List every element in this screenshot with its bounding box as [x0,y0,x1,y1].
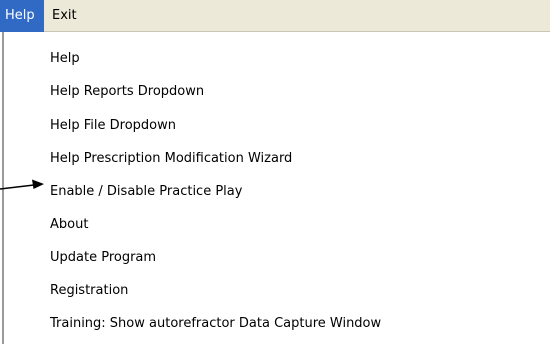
menu-exit[interactable]: Exit [46,0,83,32]
menu-item-help-reports-dropdown[interactable]: Help Reports Dropdown [50,79,204,104]
menu-item-help[interactable]: Help [50,46,80,71]
menu-item-update-program[interactable]: Update Program [50,245,156,270]
menu-item-registration[interactable]: Registration [50,278,128,303]
help-dropdown-menu: Help Help Reports Dropdown Help File Dro… [2,32,550,344]
menu-item-help-prescription-wizard[interactable]: Help Prescription Modification Wizard [50,146,292,171]
menu-help[interactable]: Help [0,0,44,32]
menu-item-enable-disable-practice-play[interactable]: Enable / Disable Practice Play [50,179,242,204]
menu-item-about[interactable]: About [50,212,88,237]
arrow-icon [0,179,44,190]
menu-item-help-file-dropdown[interactable]: Help File Dropdown [50,113,176,138]
menu-item-training-autorefractor[interactable]: Training: Show autorefractor Data Captur… [50,311,381,336]
menu-bar: Help Exit [0,0,550,32]
